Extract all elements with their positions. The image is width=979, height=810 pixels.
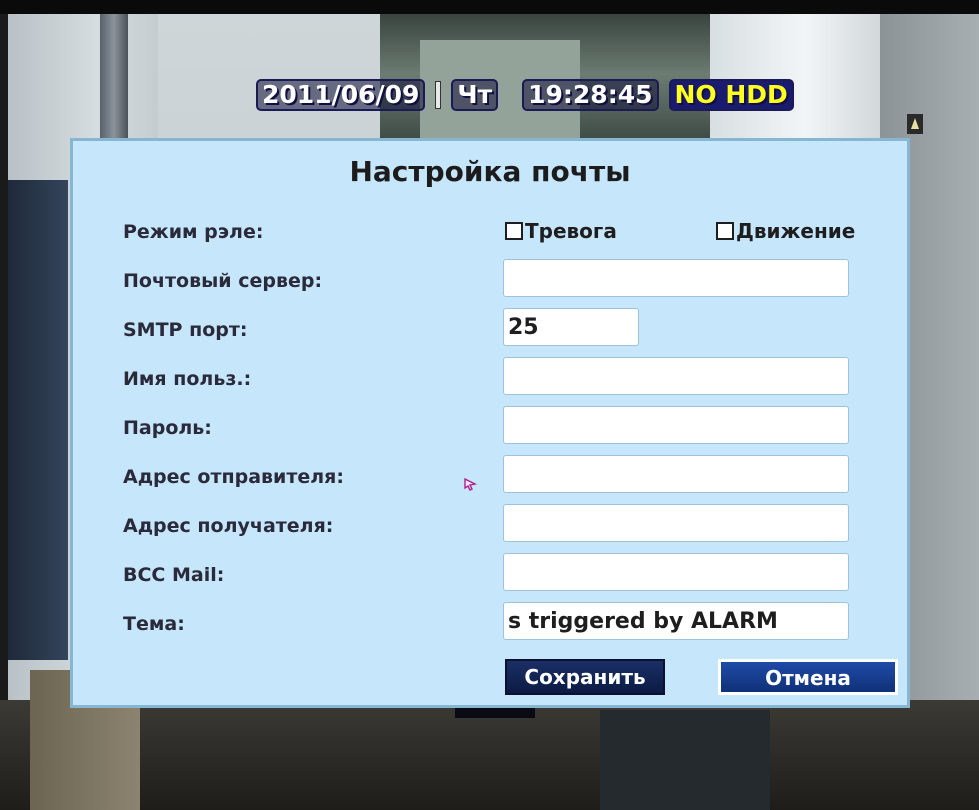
osd-date: 2011/06/09 xyxy=(256,79,426,111)
recording-indicator-icon xyxy=(907,114,923,134)
background-chair xyxy=(600,710,770,810)
motion-option[interactable]: Движение xyxy=(716,219,855,243)
osd-status-bar: 2011/06/09 Чт 19:28:45 NO HDD xyxy=(256,79,794,111)
mail-server-field[interactable] xyxy=(503,259,849,297)
sender-address-field[interactable] xyxy=(503,455,849,493)
subject-label: Тема: xyxy=(123,613,185,635)
sender-address-label: Адрес отправителя: xyxy=(123,466,344,488)
osd-separator xyxy=(435,81,442,109)
smtp-port-label: SMTP порт: xyxy=(123,319,248,341)
mail-server-label: Почтовый сервер: xyxy=(123,270,323,292)
recipient-address-label: Адрес получателя: xyxy=(123,515,334,537)
password-label: Пароль: xyxy=(123,417,212,439)
mail-settings-dialog: Настройка почты Режим рэле: Тревога Движ… xyxy=(70,138,910,708)
alarm-option[interactable]: Тревога xyxy=(505,219,617,243)
dialog-title: Настройка почты xyxy=(349,155,631,188)
bcc-mail-label: BCC Mail: xyxy=(123,564,225,586)
save-button[interactable]: Сохранить xyxy=(505,659,665,695)
recipient-address-field[interactable] xyxy=(503,504,849,542)
username-label: Имя польз.: xyxy=(123,368,252,390)
osd-hdd-status: NO HDD xyxy=(668,79,794,111)
subject-field[interactable]: s triggered by ALARM xyxy=(503,602,849,640)
alarm-checkbox[interactable] xyxy=(505,222,523,240)
cancel-button[interactable]: Отмена xyxy=(718,659,898,695)
password-field[interactable] xyxy=(503,406,849,444)
smtp-port-field[interactable]: 25 xyxy=(503,308,639,346)
mouse-cursor-icon xyxy=(464,477,477,491)
top-border xyxy=(0,0,979,14)
osd-weekday: Чт xyxy=(451,79,499,111)
motion-checkbox[interactable] xyxy=(716,222,734,240)
relay-mode-label: Режим рэле: xyxy=(123,221,264,243)
motion-option-label: Движение xyxy=(736,219,856,243)
username-field[interactable] xyxy=(503,357,849,395)
alarm-option-label: Тревога xyxy=(525,219,617,243)
bcc-mail-field[interactable] xyxy=(503,553,849,591)
osd-time: 19:28:45 xyxy=(522,79,659,111)
background-monitor xyxy=(8,180,68,660)
